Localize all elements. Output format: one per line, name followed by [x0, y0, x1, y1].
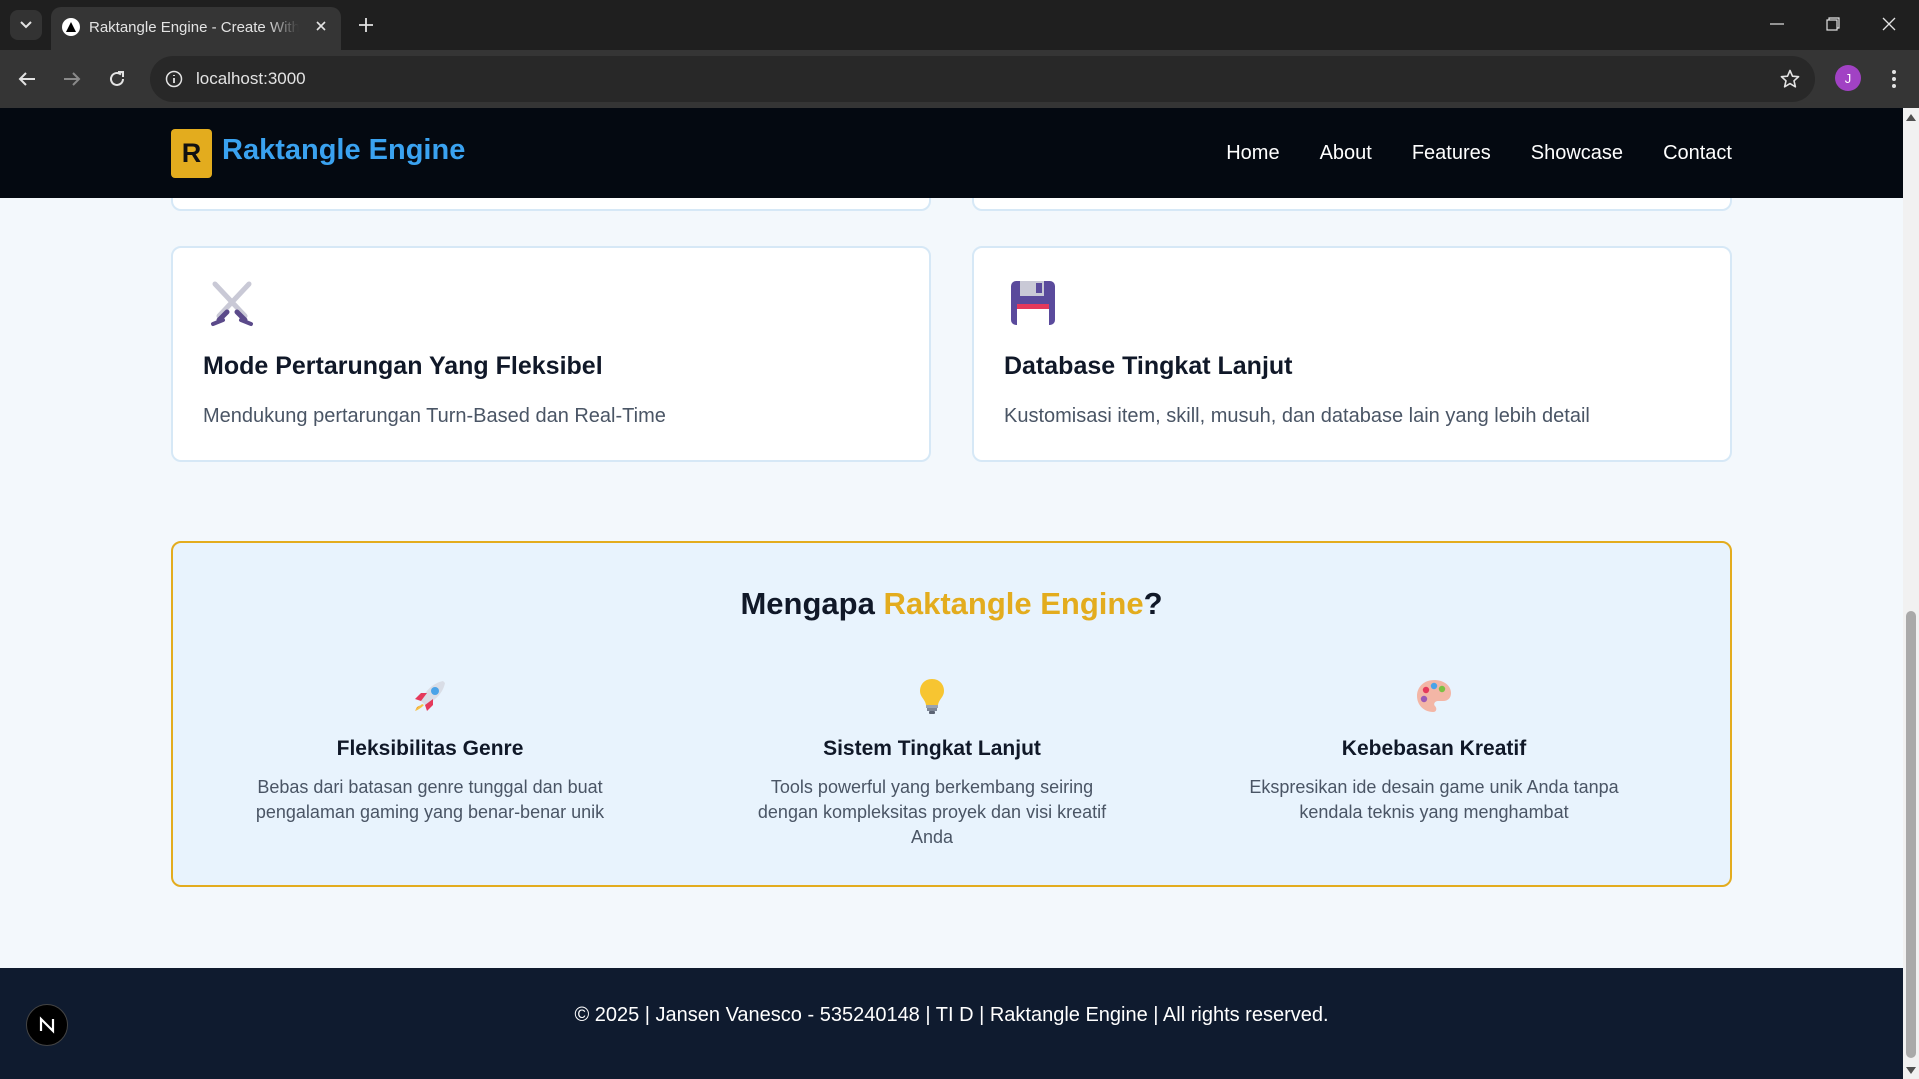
- browser-tab[interactable]: Raktangle Engine - Create With Raktangle: [51, 7, 341, 50]
- forward-icon[interactable]: [57, 64, 87, 94]
- minimize-icon[interactable]: [1749, 0, 1805, 48]
- plus-icon[interactable]: [353, 12, 379, 38]
- section-title-prefix: Mengapa: [740, 586, 884, 621]
- scroll-thumb[interactable]: [1906, 611, 1916, 1058]
- logo-icon[interactable]: R: [171, 129, 212, 178]
- scroll-down-icon[interactable]: [1903, 1063, 1919, 1077]
- site-footer: © 2025 | Jansen Vanesco - 535240148 | TI…: [0, 968, 1903, 1079]
- back-icon[interactable]: [12, 64, 42, 94]
- why-item-title: Fleksibilitas Genre: [336, 737, 524, 760]
- tab-search-icon[interactable]: [10, 10, 42, 40]
- why-item: Sistem Tingkat Lanjut Tools powerful yan…: [722, 675, 1142, 850]
- site-header: R Raktangle Engine Home About Features S…: [0, 108, 1903, 198]
- browser-tabstrip: Raktangle Engine - Create With Raktangle: [0, 0, 1919, 50]
- why-item-title: Sistem Tingkat Lanjut: [823, 737, 1041, 760]
- scroll-up-icon[interactable]: [1903, 110, 1919, 124]
- why-item-description: Ekspresikan ide desain game unik Anda ta…: [1249, 777, 1619, 822]
- section-title: Mengapa Raktangle Engine?: [173, 586, 1730, 622]
- why-section: Mengapa Raktangle Engine? Fleksibilitas …: [171, 541, 1732, 887]
- star-icon[interactable]: [1777, 66, 1803, 92]
- page-viewport: R Raktangle Engine Home About Features S…: [0, 108, 1903, 1079]
- floppy-disk-icon: [1011, 281, 1055, 325]
- restore-icon[interactable]: [1805, 0, 1861, 48]
- feature-card: Database Tingkat Lanjut Kustomisasi item…: [972, 246, 1732, 462]
- why-item-description: Bebas dari batasan genre tunggal dan bua…: [255, 777, 605, 822]
- section-title-accent: Raktangle Engine: [883, 586, 1144, 621]
- brand-name[interactable]: Raktangle Engine: [222, 134, 465, 167]
- why-item: Kebebasan Kreatif Ekspresikan ide desain…: [1224, 675, 1644, 825]
- main-nav: Home About Features Showcase Contact: [1226, 142, 1732, 165]
- rocket-icon: [415, 681, 445, 711]
- feature-title: Database Tingkat Lanjut: [1004, 352, 1293, 380]
- url-text[interactable]: localhost:3000: [196, 69, 306, 89]
- page-scrollbar[interactable]: [1903, 108, 1919, 1079]
- feature-description: Kustomisasi item, skill, musuh, dan data…: [1004, 405, 1590, 427]
- profile-avatar[interactable]: J: [1835, 65, 1861, 91]
- nav-home[interactable]: Home: [1226, 142, 1279, 165]
- feature-description: Mendukung pertarungan Turn-Based dan Rea…: [203, 405, 666, 427]
- light-bulb-icon: [920, 679, 944, 714]
- why-item-title: Kebebasan Kreatif: [1341, 737, 1527, 760]
- site-info-icon[interactable]: [160, 65, 188, 93]
- nav-about[interactable]: About: [1320, 142, 1372, 165]
- reload-icon[interactable]: [102, 64, 132, 94]
- feature-title: Mode Pertarungan Yang Fleksibel: [203, 352, 603, 380]
- footer-copyright: © 2025 | Jansen Vanesco - 535240148 | TI…: [574, 1004, 1329, 1026]
- address-bar[interactable]: localhost:3000: [150, 56, 1815, 102]
- section-title-suffix: ?: [1143, 586, 1163, 621]
- favicon: [62, 18, 80, 36]
- tab-title: Raktangle Engine - Create With Raktangle: [89, 19, 299, 36]
- nav-contact[interactable]: Contact: [1663, 142, 1732, 165]
- feature-card: Mode Pertarungan Yang Fleksibel Mendukun…: [171, 246, 931, 462]
- why-item-description: Tools powerful yang berkembang seiring d…: [757, 777, 1107, 847]
- nav-showcase[interactable]: Showcase: [1531, 142, 1623, 165]
- palette-icon: [1417, 680, 1451, 712]
- close-icon[interactable]: [310, 15, 332, 37]
- close-window-icon[interactable]: [1861, 0, 1917, 48]
- crossed-swords-icon: [211, 281, 253, 326]
- why-item: Fleksibilitas Genre Bebas dari batasan g…: [220, 675, 640, 825]
- kebab-menu-icon[interactable]: [1880, 64, 1908, 94]
- nav-features[interactable]: Features: [1412, 142, 1491, 165]
- browser-toolbar: localhost:3000 J: [0, 50, 1919, 108]
